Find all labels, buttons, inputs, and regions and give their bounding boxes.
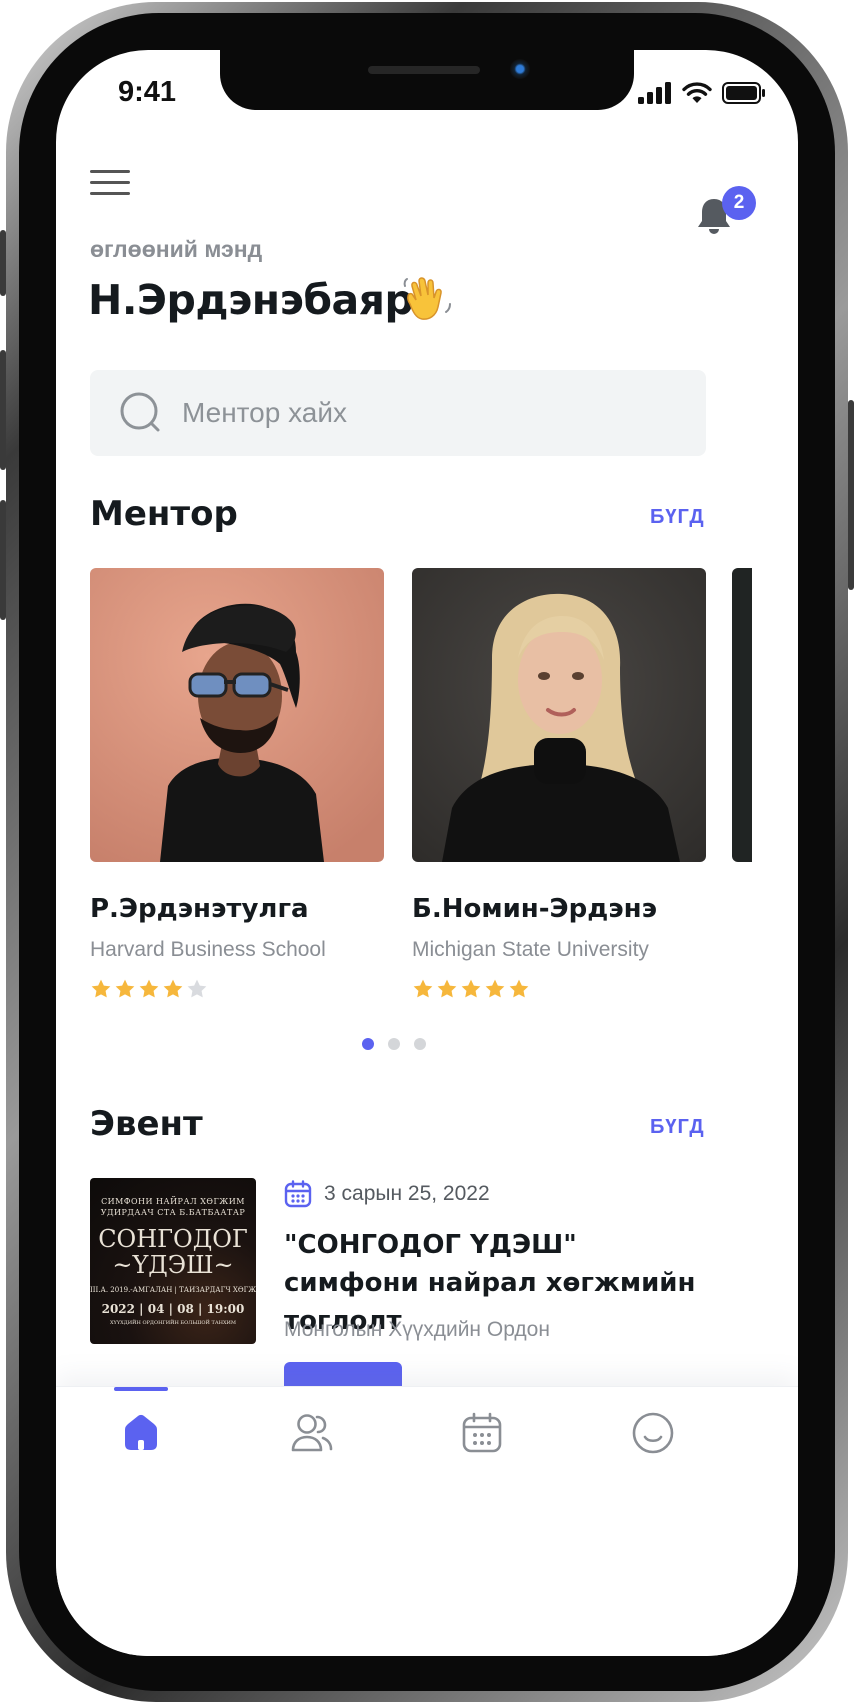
menu-icon-line [90, 181, 130, 184]
mentor-photo [412, 568, 706, 862]
poster-date: 2022 | 04 | 08 | 19:00 [101, 1302, 245, 1316]
star-filled-icon [413, 979, 433, 998]
signal-icon [638, 82, 671, 104]
bottom-tab-bar [56, 1386, 798, 1656]
event-venue: Монголын Хүүхдийн Ордон [284, 1318, 550, 1341]
mentor-card[interactable]: Б.Номин-Эрдэнэ Michigan State University [412, 568, 706, 998]
events-section-title: Эвент [90, 1104, 203, 1144]
event-date: 3 сарын 25, 2022 [324, 1182, 490, 1205]
screen-notch [220, 50, 634, 110]
mentor-name: Р.Эрдэнэтулга [90, 894, 309, 924]
carousel-dot[interactable] [414, 1038, 426, 1050]
mentor-photo-image [412, 568, 706, 862]
tab-calendar[interactable] [454, 1405, 510, 1461]
star-filled-icon [163, 979, 183, 998]
poster-footer: ХҮҮХДИЙН ОРДОНГИЙН БОЛЬШОЙ ТАНХИМ [109, 1320, 236, 1326]
poster-title: СОНГОДОГ ~ҮДЭШ~ [98, 1225, 248, 1279]
carousel-pagination [362, 1038, 426, 1050]
mentor-school: Michigan State University [412, 938, 649, 961]
waving-hand-icon [403, 277, 451, 320]
search-input[interactable] [182, 388, 682, 438]
status-time: 9:41 [118, 76, 177, 108]
carousel-dot[interactable] [388, 1038, 400, 1050]
poster-top-text: СИМФОНИ НАЙРАЛ ХӨГЖИМ УДИРДААЧ СТА Б.БАТ… [100, 1197, 246, 1217]
mentor-school: Harvard Business School [90, 938, 326, 961]
users-icon [291, 1414, 333, 1452]
star-empty-icon [187, 979, 207, 998]
app-screen: 9:41 2 өглөөний мэнд Н.Эрдэнэбаяр Ментор… [56, 50, 798, 1656]
phone-volume-down-button [0, 500, 6, 620]
tab-profile[interactable] [625, 1405, 681, 1461]
star-filled-icon [509, 979, 529, 998]
calendar-icon [462, 1412, 502, 1453]
menu-icon-line [90, 170, 130, 173]
tab-mentors[interactable] [284, 1405, 340, 1461]
wifi-icon [682, 82, 712, 103]
star-filled-icon [461, 979, 481, 998]
mentor-photo [90, 568, 384, 862]
star-filled-icon [139, 979, 159, 998]
user-name: Н.Эрдэнэбаяр [88, 276, 414, 324]
battery-icon [722, 82, 765, 104]
tab-home[interactable] [113, 1405, 169, 1461]
events-see-all-link[interactable]: БҮГД [650, 1116, 705, 1139]
mentor-name: Б.Номин-Эрдэнэ [412, 894, 658, 924]
mentor-rating [90, 978, 208, 1000]
poster-subtitle: III.А. 2019.-АМГАЛАН | ТАЙЗАРДАГЧ ХӨГЖИМ… [90, 1286, 256, 1294]
status-icons [638, 80, 766, 106]
mentors-section-title: Ментор [90, 494, 238, 534]
mentors-see-all-link[interactable]: БҮГД [650, 506, 705, 529]
phone-power-button [848, 400, 854, 590]
star-filled-icon [485, 979, 505, 998]
search-icon [120, 392, 160, 432]
speaker-grille [368, 66, 480, 74]
menu-button[interactable] [90, 170, 134, 200]
phone-side-button [0, 230, 6, 296]
event-poster[interactable]: СИМФОНИ НАЙРАЛ ХӨГЖИМ УДИРДААЧ СТА Б.БАТ… [90, 1178, 256, 1344]
event-date-row: 3 сарын 25, 2022 [284, 1180, 490, 1208]
mentor-photo-image [90, 568, 384, 862]
menu-icon-line [90, 192, 130, 195]
mentor-card-peek[interactable] [732, 568, 752, 862]
greeting-subtitle: өглөөний мэнд [90, 236, 263, 262]
active-tab-indicator [114, 1387, 168, 1391]
star-filled-icon [91, 979, 111, 998]
calendar-icon [284, 1180, 312, 1208]
carousel-dot[interactable] [362, 1038, 374, 1050]
phone-volume-up-button [0, 350, 6, 470]
mentor-card[interactable]: Р.Эрдэнэтулга Harvard Business School [90, 568, 384, 998]
star-filled-icon [437, 979, 457, 998]
home-icon [125, 1414, 157, 1450]
profile-icon [632, 1412, 674, 1454]
search-bar[interactable] [90, 370, 706, 456]
star-filled-icon [115, 979, 135, 998]
front-camera [510, 59, 530, 79]
mentor-rating [412, 978, 530, 1000]
notification-badge: 2 [722, 186, 756, 220]
